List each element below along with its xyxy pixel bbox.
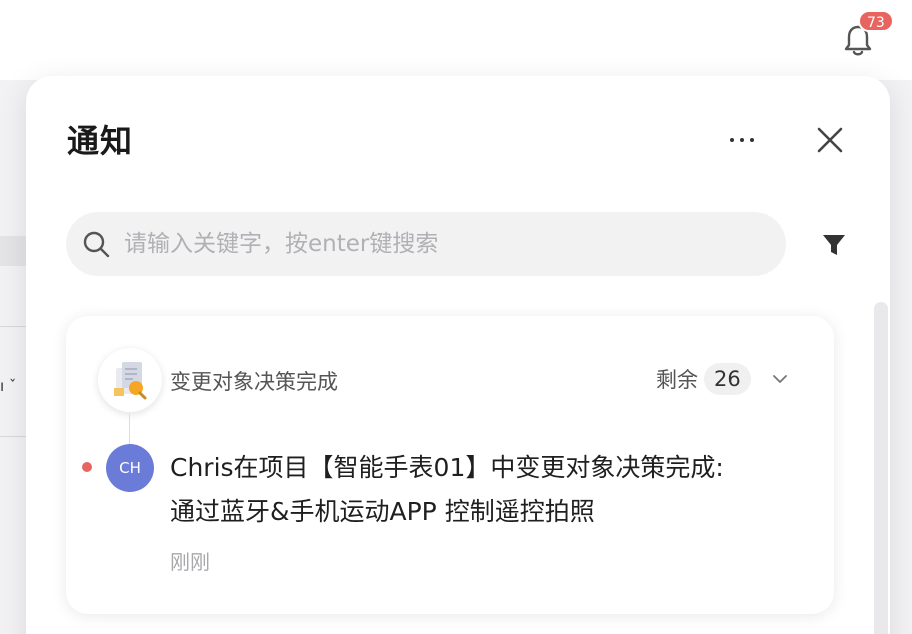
close-button[interactable] (812, 122, 848, 158)
panel-scrollbar[interactable] (874, 302, 888, 634)
category-label: 变更对象决策完成 (170, 370, 338, 394)
notification-card[interactable]: 变更对象决策完成 剩余 26 CH Chris在项目【智能手表01】中变更对象决… (66, 316, 834, 614)
more-horizontal-icon (730, 138, 734, 142)
category-icon-badge (98, 348, 162, 412)
search-box (66, 212, 786, 276)
close-icon (817, 127, 843, 153)
chevron-down-icon (772, 375, 787, 383)
notification-count-badge: 73 (858, 10, 894, 32)
message-line: 通过蓝牙&手机运动APP 控制遥控拍照 (170, 497, 595, 526)
panel-title: 通知 (67, 122, 134, 160)
remaining-label: 剩余 (656, 368, 698, 392)
timeline-connector (129, 414, 130, 444)
more-options-button[interactable] (722, 126, 762, 154)
filter-icon (823, 235, 845, 255)
search-icon (83, 231, 110, 258)
unread-indicator (82, 462, 92, 472)
top-bar (0, 0, 912, 80)
notification-panel: 通知 请输入关键字，按enter键搜索 变更对象决策完成 剩余 26 CH Ch… (26, 76, 890, 634)
notification-message[interactable]: Chris在项目【智能手表01】中变更对象决策完成: 通过蓝牙&手机运动APP … (170, 446, 810, 534)
notification-time: 刚刚 (170, 550, 210, 574)
search-input[interactable] (124, 222, 764, 266)
filter-button[interactable] (820, 231, 848, 259)
remaining-toggle[interactable]: 剩余 26 (656, 362, 789, 396)
document-decision-icon (114, 362, 147, 400)
remaining-count-badge: 26 (704, 363, 751, 395)
avatar: CH (106, 444, 154, 492)
message-line: Chris在项目【智能手表01】中变更对象决策完成: (170, 453, 724, 482)
